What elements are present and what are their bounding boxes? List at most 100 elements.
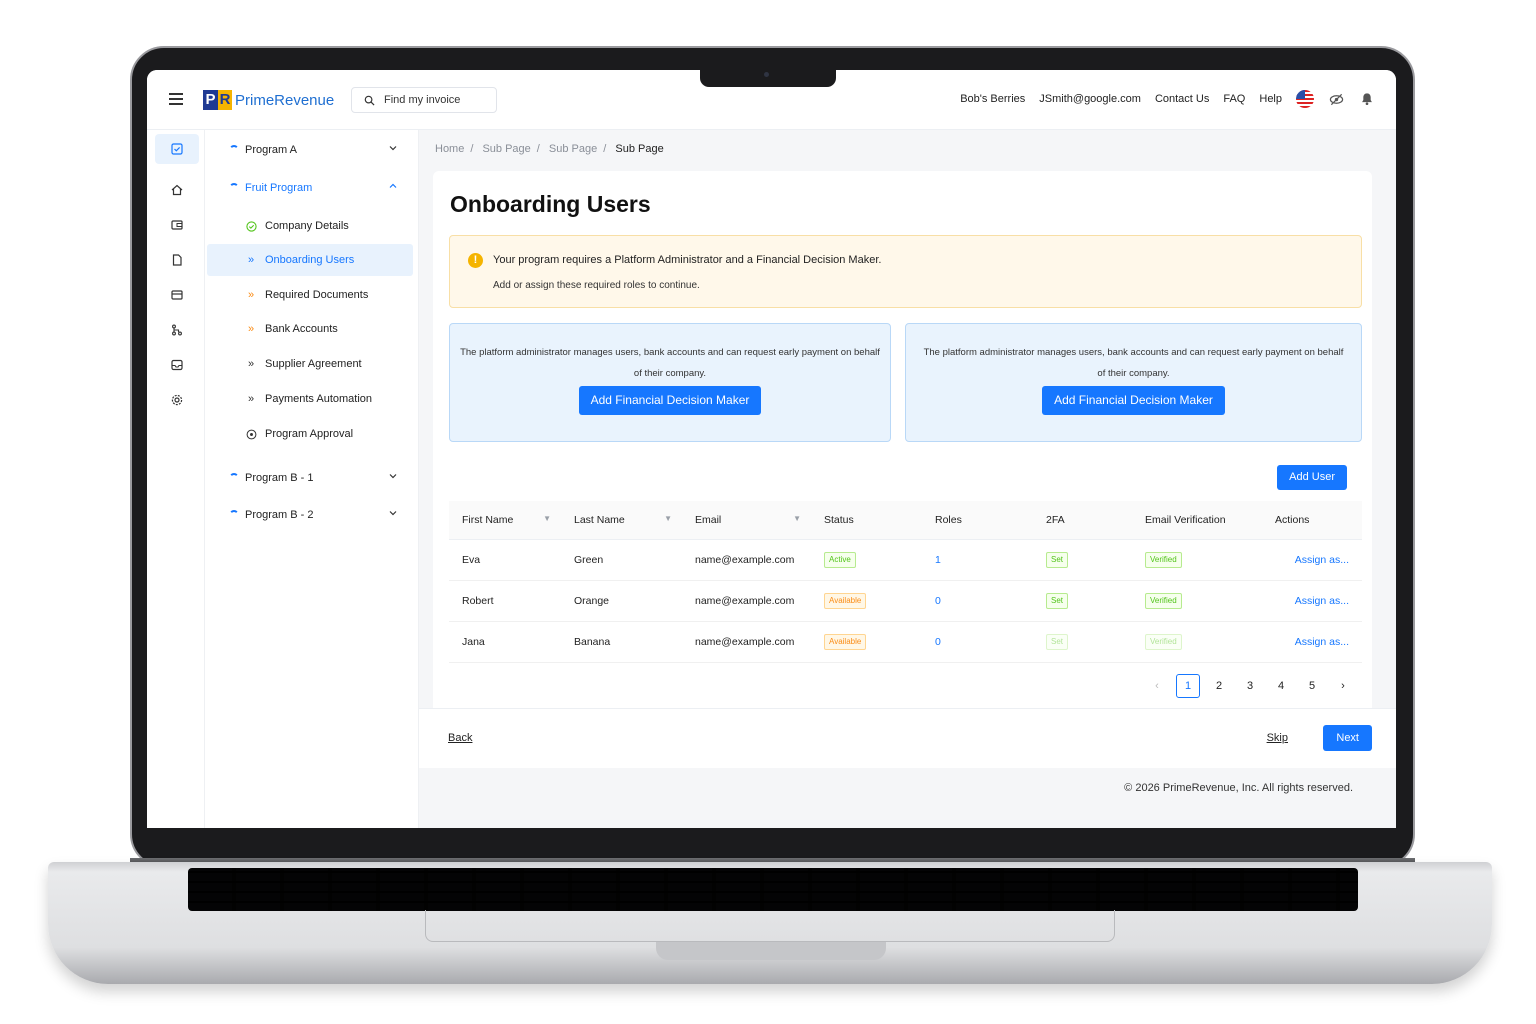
camera-notch [700,70,836,87]
card-icon[interactable] [155,280,199,310]
add-financial-decision-maker-button[interactable]: Add Financial Decision Maker [578,386,762,415]
role-card-text: The platform administrator manages users… [923,347,1344,379]
filter-icon[interactable]: ▼ [664,514,672,523]
status-badge: Active [824,551,856,568]
main-content: Home / Sub Page / Sub Page / Sub Page Onboa… [419,130,1396,828]
double-chevron-icon: » [247,323,255,335]
skip-button[interactable]: Skip [1267,732,1288,744]
settings-icon[interactable] [155,385,199,415]
progress-spinner-icon [229,145,239,155]
bell-icon[interactable] [1358,90,1376,108]
column-last-name[interactable]: Last Name ▼ [561,501,682,540]
document-icon[interactable] [155,245,199,275]
step-supplier-agreement[interactable]: » Supplier Agreement [207,348,413,380]
cell-last-name: Green [561,539,682,581]
page-5-button[interactable]: 5 [1300,674,1324,698]
alert-description: Add or assign these required roles to co… [493,280,700,291]
cell-email: name@example.com [682,580,811,622]
column-email[interactable]: Email ▼ [682,501,811,540]
step-label: Onboarding Users [265,254,355,266]
step-label: Supplier Agreement [265,358,362,370]
step-label: Program Approval [265,428,354,440]
user-email-link[interactable]: JSmith@google.com [1039,93,1141,105]
home-icon[interactable] [155,175,199,205]
chevron-up-icon [389,183,397,188]
program-b2-label: Program B - 2 [245,509,314,521]
assign-as-link[interactable]: Assign as... [1295,554,1349,566]
wallet-icon[interactable] [155,210,199,240]
page-3-button[interactable]: 3 [1238,674,1262,698]
table-header-row: First Name ▼ Last Name ▼ Email ▼ Status Rol… [449,501,1362,540]
column-actions: Actions [1262,501,1362,540]
company-name-link[interactable]: Bob's Berries [960,93,1025,105]
step-company-details[interactable]: Company Details [207,210,413,242]
program-b2-item[interactable]: Program B - 2 [229,502,409,528]
app-screen: PR PrimeRevenue Find my invoice Bob's Be… [147,70,1396,828]
step-bank-accounts[interactable]: » Bank Accounts [207,313,413,345]
menu-icon[interactable] [169,93,183,105]
chevron-down-icon [389,146,397,151]
step-label: Bank Accounts [265,323,338,335]
back-button[interactable]: Back [448,732,472,744]
add-user-button[interactable]: Add User [1277,465,1347,490]
step-payments-automation[interactable]: » Payments Automation [207,383,413,415]
check-circle-icon [245,220,257,232]
roles-count-link[interactable]: 0 [935,595,941,607]
table-row: Jana Banana name@example.com Available 0… [449,621,1362,663]
top-nav: Bob's Berries JSmith@google.com Contact … [946,90,1376,108]
eye-off-icon[interactable] [1327,90,1345,108]
page-1-button[interactable]: 1 [1176,674,1200,698]
users-table: First Name ▼ Last Name ▼ Email ▼ Status Rol… [449,501,1362,663]
program-a-item[interactable]: Program A [229,137,409,163]
onboarding-rail-icon[interactable] [155,134,199,164]
assign-as-link[interactable]: Assign as... [1295,636,1349,648]
double-chevron-icon: » [247,358,255,370]
contact-us-link[interactable]: Contact Us [1155,93,1209,105]
content-card: Onboarding Users ! Your program requires… [433,171,1372,763]
filter-icon[interactable]: ▼ [543,514,551,523]
next-button[interactable]: Next [1323,725,1372,751]
column-first-name[interactable]: First Name ▼ [449,501,561,540]
page-4-button[interactable]: 4 [1269,674,1293,698]
add-financial-decision-maker-button[interactable]: Add Financial Decision Maker [1042,386,1225,415]
cell-email: name@example.com [682,539,811,581]
progress-spinner-icon [229,510,239,520]
laptop-lid-notch [656,942,886,960]
faq-link[interactable]: FAQ [1223,93,1245,105]
breadcrumb-current: Sub Page [615,143,664,155]
pagination: ‹ 1 2 3 4 5 › [1138,674,1355,698]
breadcrumb-sub-page[interactable]: Sub Page [549,143,597,155]
breadcrumb: Home / Sub Page / Sub Page / Sub Page [435,143,664,155]
breadcrumb-sub-page[interactable]: Sub Page [482,143,530,155]
breadcrumb-home[interactable]: Home [435,143,464,155]
step-label: Payments Automation [265,393,373,405]
roles-count-link[interactable]: 1 [935,554,941,566]
us-flag-icon[interactable] [1296,90,1314,108]
step-required-documents[interactable]: » Required Documents [207,279,413,311]
search-input[interactable]: Find my invoice [351,87,497,113]
roles-count-link[interactable]: 0 [935,636,941,648]
page-2-button[interactable]: 2 [1207,674,1231,698]
prev-page-icon[interactable]: ‹ [1145,674,1169,698]
next-page-icon[interactable]: › [1331,674,1355,698]
assign-as-link[interactable]: Assign as... [1295,595,1349,607]
step-program-approval[interactable]: Program Approval [207,418,413,450]
help-link[interactable]: Help [1259,93,1282,105]
twofa-badge: Set [1046,592,1069,609]
fruit-program-item[interactable]: Fruit Program [229,175,409,201]
progress-spinner-icon [229,183,239,193]
role-card-text: The platform administrator manages users… [460,347,880,379]
brand-logo[interactable]: PR PrimeRevenue [203,90,334,110]
laptop-keyboard [188,868,1358,911]
table-row: Robert Orange name@example.com Available… [449,580,1362,622]
step-onboarding-users[interactable]: » Onboarding Users [207,244,413,276]
progress-spinner-icon [229,473,239,483]
inbox-icon[interactable] [155,350,199,380]
chevron-down-icon [389,511,397,516]
search-placeholder: Find my invoice [384,94,461,106]
double-chevron-icon: » [247,254,255,266]
program-b1-item[interactable]: Program B - 1 [229,465,409,491]
cell-first-name: Jana [449,621,561,663]
branch-icon[interactable] [155,315,199,345]
filter-icon[interactable]: ▼ [793,514,801,523]
